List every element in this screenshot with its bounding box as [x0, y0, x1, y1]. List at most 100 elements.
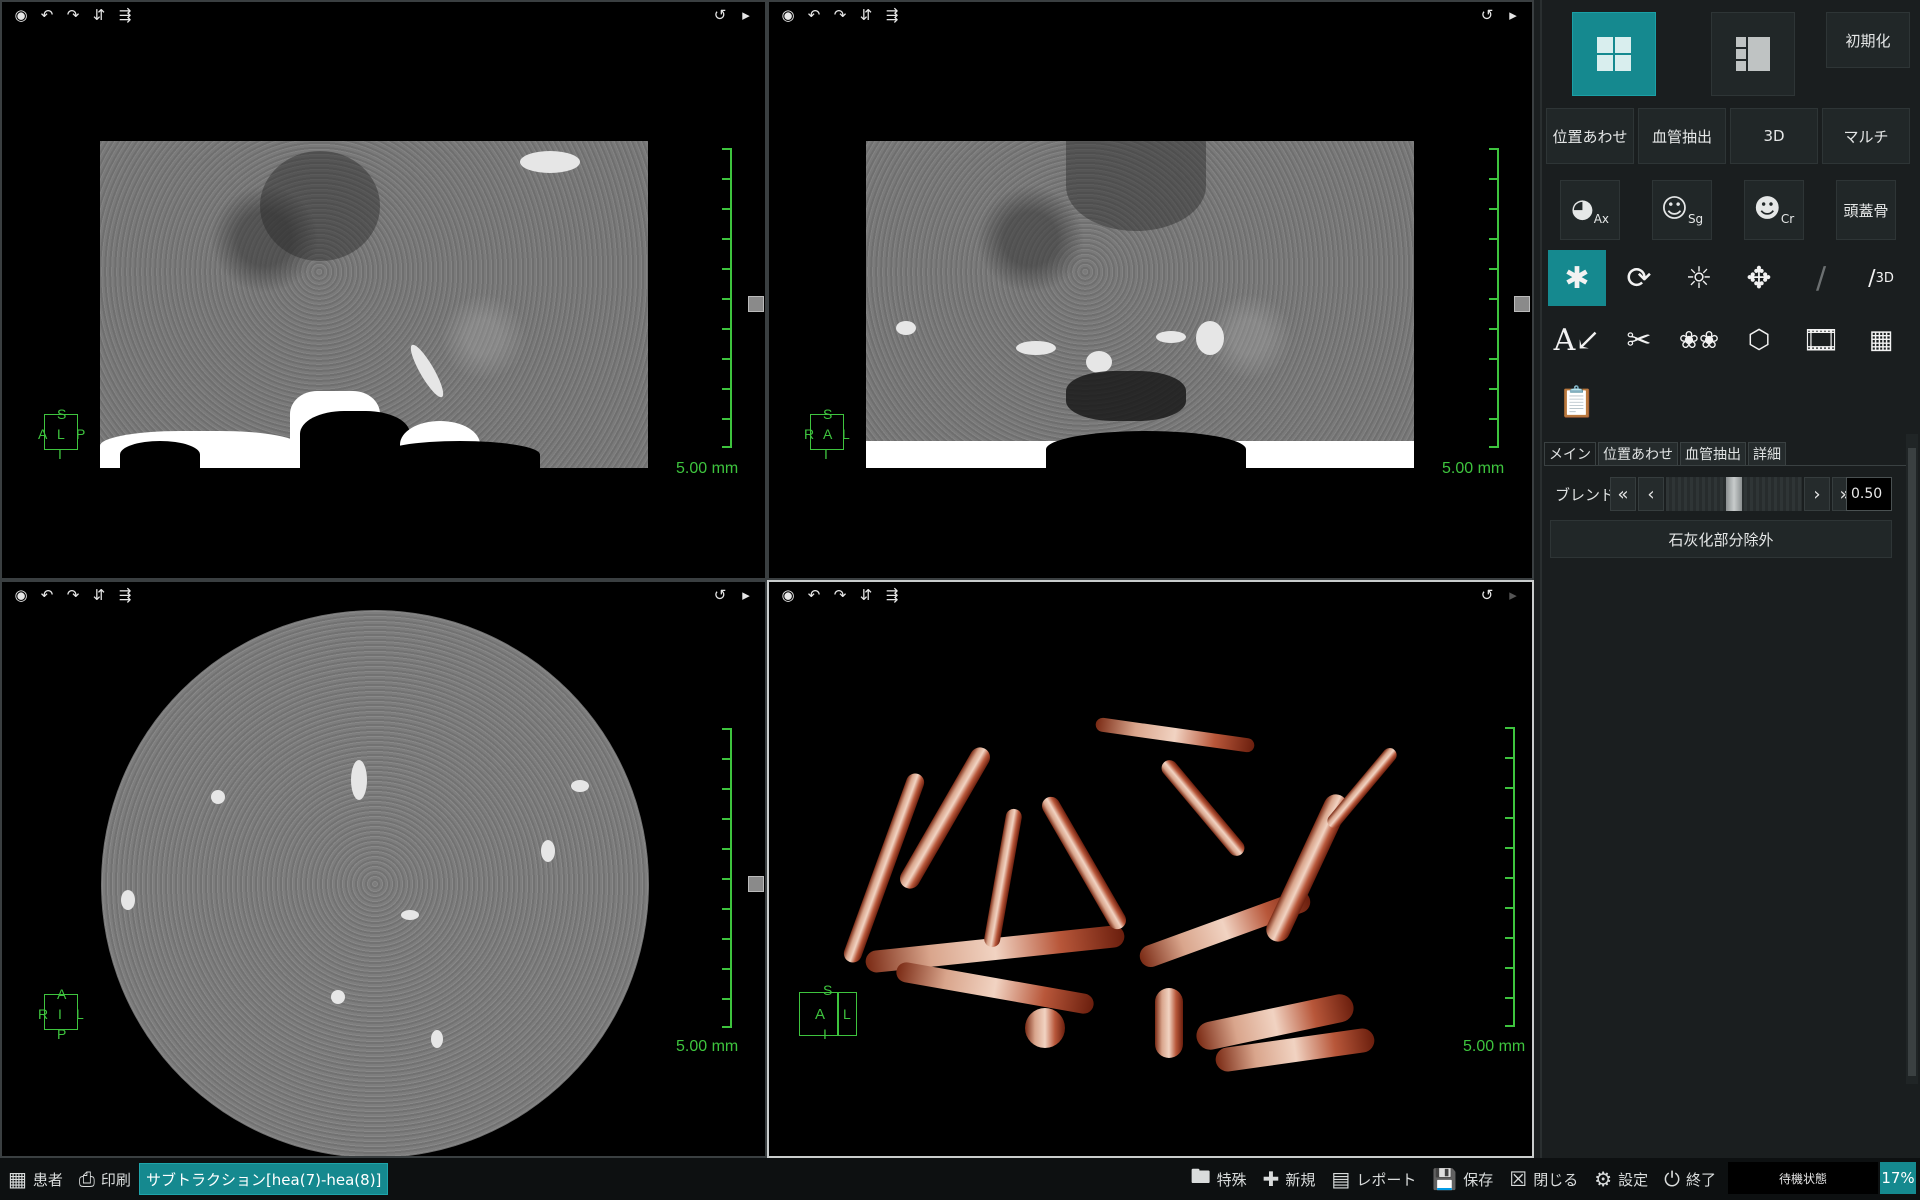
print-button[interactable]: ⎙ 印刷	[71, 1158, 139, 1200]
camera-icon[interactable]: ◉	[8, 584, 34, 606]
sagittal-view-button[interactable]: ☺Sg	[1652, 180, 1712, 240]
patient-button[interactable]: ▦ 患者	[0, 1158, 71, 1200]
slice-slider-handle[interactable]	[748, 876, 764, 892]
scissors-cut-icon[interactable]: ✂	[1610, 312, 1668, 368]
maximize-icon[interactable]: ▸	[733, 4, 759, 26]
camera-icon[interactable]: ◉	[8, 4, 34, 26]
camera-icon[interactable]: ◉	[775, 584, 801, 606]
rotate-left-icon[interactable]: ↶	[801, 4, 827, 26]
maximize-icon[interactable]: ▸	[1500, 584, 1526, 606]
flip-vertical-icon[interactable]: ⇵	[86, 584, 112, 606]
maximize-icon[interactable]: ▸	[733, 584, 759, 606]
tab-content	[1544, 465, 1910, 1155]
select-tool-icon[interactable]: ✱	[1548, 250, 1606, 306]
undo-icon[interactable]: ↺	[707, 584, 733, 606]
hatch-pattern-icon[interactable]: ▦	[1852, 312, 1910, 368]
mode-registration-button[interactable]: 位置あわせ	[1546, 108, 1634, 164]
blend-value-field[interactable]: 0.50	[1846, 477, 1892, 511]
tab-main[interactable]: メイン	[1544, 442, 1596, 466]
blend-decrease-button[interactable]: ‹	[1638, 477, 1664, 511]
report-button[interactable]: ▤ レポート	[1323, 1158, 1424, 1200]
active-series-tab[interactable]: サブトラクション[hea(7)-hea(8)]	[138, 1163, 389, 1195]
ruler-icon[interactable]: ∕	[1792, 250, 1850, 306]
rotate-right-icon[interactable]: ↷	[60, 584, 86, 606]
clipboard-icon[interactable]: 📋	[1548, 374, 1606, 430]
flip-horizontal-icon[interactable]: ⇶	[879, 584, 905, 606]
tab-details[interactable]: 詳細	[1748, 442, 1786, 466]
kidney-icon[interactable]: ❀❀	[1670, 312, 1728, 368]
grid-2x2-icon	[1597, 37, 1631, 71]
reset-button[interactable]: 初期化	[1826, 12, 1910, 68]
flip-vertical-icon[interactable]: ⇵	[86, 4, 112, 26]
layout-quad-button[interactable]	[1572, 12, 1656, 96]
flip-horizontal-icon[interactable]: ⇶	[112, 584, 138, 606]
viewport-toolbar: ◉ ↶ ↷ ⇵ ⇶ ↺ ▸	[2, 582, 765, 608]
orientation-right: L	[842, 426, 850, 442]
pan-zoom-icon[interactable]: ✥	[1730, 250, 1788, 306]
layout-single-button[interactable]	[1711, 12, 1795, 96]
rotate-3d-tool-icon[interactable]: ⟳	[1610, 250, 1668, 306]
rotate-right-icon[interactable]: ↷	[60, 4, 86, 26]
undo-icon[interactable]: ↺	[1474, 4, 1500, 26]
blend-increase-button[interactable]: ›	[1804, 477, 1830, 511]
mode-vessel-extraction-button[interactable]: 血管抽出	[1638, 108, 1726, 164]
orientation-center: I	[58, 1006, 62, 1022]
special-button[interactable]: 🖿 特殊	[1183, 1158, 1255, 1200]
new-button[interactable]: ✚ 新規	[1255, 1158, 1324, 1200]
rotate-left-icon[interactable]: ↶	[801, 584, 827, 606]
blend-min-button[interactable]: «	[1610, 477, 1636, 511]
camera-icon[interactable]: ◉	[775, 4, 801, 26]
orientation-left: A	[815, 1006, 826, 1023]
rotate-right-icon[interactable]: ↷	[827, 4, 853, 26]
film-icon[interactable]: 🎞	[1792, 312, 1850, 368]
gear-icon: ⚙	[1594, 1167, 1613, 1191]
close-button[interactable]: ☒ 閉じる	[1501, 1158, 1586, 1200]
orientation-left: R	[38, 1006, 49, 1022]
rotate-left-icon[interactable]: ↶	[34, 4, 60, 26]
orientation-bottom: I	[58, 446, 62, 462]
blend-slider[interactable]	[1666, 477, 1802, 511]
sagittal-ct-image[interactable]	[100, 141, 648, 468]
axial-ct-image[interactable]	[101, 610, 649, 1156]
flip-vertical-icon[interactable]: ⇵	[853, 584, 879, 606]
viewport-volume-rendering[interactable]: ◉ ↶ ↷ ⇵ ⇶ ↺ ▸ 5.00 mm S A L I	[767, 580, 1534, 1158]
blend-slider-thumb[interactable]	[1726, 477, 1742, 511]
mode-3d-button[interactable]: 3D	[1730, 108, 1818, 164]
viewport-coronal[interactable]: ◉ ↶ ↷ ⇵ ⇶ ↺ ▸ 5.00 mm S R A L I	[767, 0, 1534, 580]
slice-slider-handle[interactable]	[748, 296, 764, 312]
coronal-ct-image[interactable]	[866, 141, 1414, 468]
save-button[interactable]: 💾 保存	[1424, 1158, 1501, 1200]
orientation-marker: S A L P I	[38, 406, 85, 462]
viewport-axial[interactable]: ◉ ↶ ↷ ⇵ ⇶ ↺ ▸ 5.00 mm A R I L P	[0, 580, 767, 1158]
ruler-3d-icon[interactable]: ∕ 3D	[1852, 250, 1910, 306]
panel-scrollbar[interactable]	[1906, 434, 1918, 1084]
axial-view-button[interactable]: ◕Ax	[1560, 180, 1620, 240]
slice-slider-handle[interactable]	[1514, 296, 1530, 312]
viewport-sagittal[interactable]: ◉ ↶ ↷ ⇵ ⇶ ↺ ▸ 5.00 mm S A L P I	[0, 0, 767, 580]
orientation-right: L	[843, 1006, 851, 1022]
undo-icon[interactable]: ↺	[707, 4, 733, 26]
exit-button[interactable]: ⏻ 終了	[1656, 1158, 1724, 1200]
maximize-icon[interactable]: ▸	[1500, 4, 1526, 26]
exclude-calcification-button[interactable]: 石灰化部分除外	[1550, 520, 1892, 558]
cubes-icon[interactable]: ⬡	[1730, 312, 1788, 368]
mode-multi-button[interactable]: マルチ	[1822, 108, 1910, 164]
rotate-right-icon[interactable]: ↷	[827, 584, 853, 606]
flip-horizontal-icon[interactable]: ⇶	[879, 4, 905, 26]
axial-head-icon: ◕Ax	[1571, 193, 1609, 227]
vessel-3d-rendering[interactable]	[841, 716, 1441, 1074]
undo-icon[interactable]: ↺	[1474, 584, 1500, 606]
layout-split-icon	[1736, 37, 1770, 71]
window-level-icon[interactable]: ☼	[1670, 250, 1728, 306]
flip-horizontal-icon[interactable]: ⇶	[112, 4, 138, 26]
flip-vertical-icon[interactable]: ⇵	[853, 4, 879, 26]
settings-button[interactable]: ⚙ 設定	[1586, 1158, 1656, 1200]
rotate-left-icon[interactable]: ↶	[34, 584, 60, 606]
folder-icon: 🖿	[1190, 1164, 1211, 1188]
annotation-text-icon[interactable]: A↙	[1548, 312, 1606, 368]
coronal-view-button[interactable]: ☻Cr	[1744, 180, 1804, 240]
tab-registration[interactable]: 位置あわせ	[1598, 442, 1678, 466]
skull-button[interactable]: 頭蓋骨	[1836, 180, 1896, 240]
new-label: 新規	[1285, 1170, 1316, 1189]
tab-vessel-extraction[interactable]: 血管抽出	[1680, 442, 1746, 466]
